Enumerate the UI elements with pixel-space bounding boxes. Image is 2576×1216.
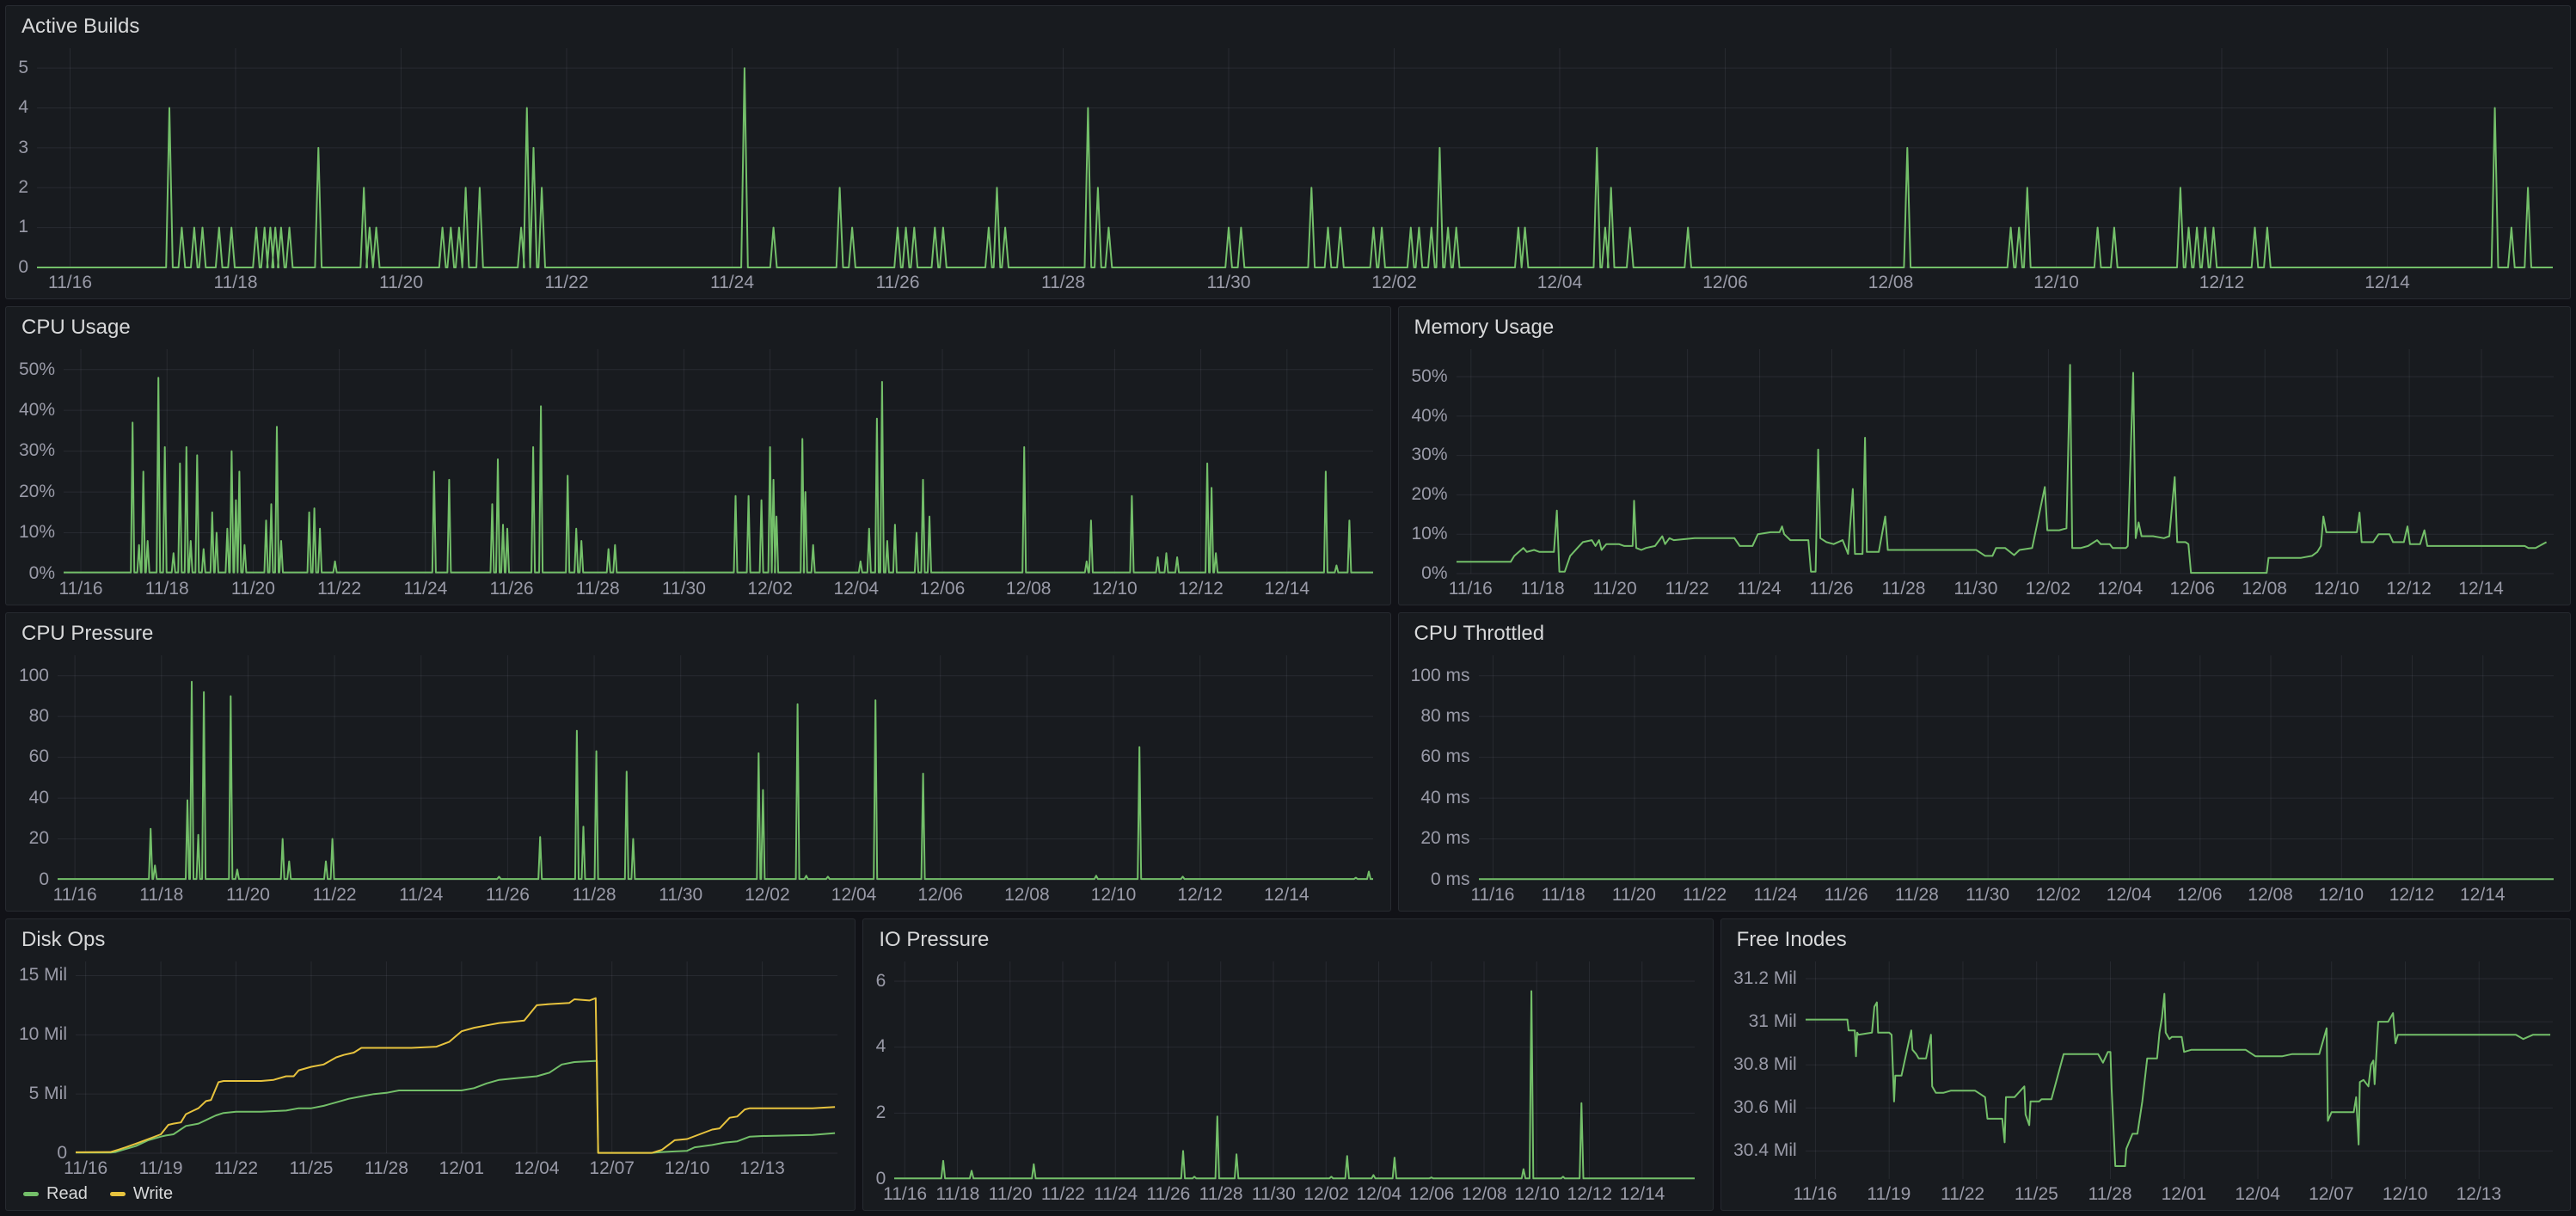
- dashboard-row-2: CPU Usage 0%10%20%30%40%50%11/1611/1811/…: [5, 306, 2571, 605]
- legend-label: Read: [46, 1184, 88, 1204]
- chart-cpu-pressure[interactable]: 02040608010011/1611/1811/2011/2211/2411/…: [13, 647, 1383, 907]
- plot-area: [13, 953, 848, 1181]
- panel-title-memory-usage[interactable]: Memory Usage: [1414, 316, 2564, 341]
- dashboard: Active Builds 01234511/1611/1811/2011/22…: [0, 0, 2576, 1216]
- panel-title-active-builds[interactable]: Active Builds: [21, 15, 2563, 40]
- series-inodes: [1806, 993, 2550, 1165]
- plot-area: [13, 40, 2563, 295]
- plot-area: [1406, 647, 2564, 907]
- panel-title-disk-ops[interactable]: Disk Ops: [21, 928, 848, 953]
- chart-cpu-usage[interactable]: 0%10%20%30%40%50%11/1611/1811/2011/2211/…: [13, 341, 1383, 601]
- chart-active-builds[interactable]: 01234511/1611/1811/2011/2211/2411/2611/2…: [13, 40, 2563, 295]
- plot-area: [13, 341, 1383, 601]
- dashboard-row-3: CPU Pressure 02040608010011/1611/1811/20…: [5, 612, 2571, 912]
- plot-area: [1406, 341, 2564, 601]
- series-cpu: [64, 378, 1373, 572]
- plot-area: [1728, 953, 2563, 1207]
- chart-free-inodes[interactable]: 30.4 Mil30.6 Mil30.8 Mil31 Mil31.2 Mil11…: [1728, 953, 2563, 1207]
- chart-cpu-throttled[interactable]: 0 ms20 ms40 ms60 ms80 ms100 ms11/1611/18…: [1406, 647, 2564, 907]
- panel-title-io-pressure[interactable]: IO Pressure: [879, 928, 1705, 953]
- chart-memory-usage[interactable]: 0%10%20%30%40%50%11/1611/1811/2011/2211/…: [1406, 341, 2564, 601]
- panel-cpu-pressure: CPU Pressure 02040608010011/1611/1811/20…: [5, 612, 1391, 912]
- series-read: [76, 1060, 835, 1152]
- plot-area: [870, 953, 1705, 1207]
- legend-item-write[interactable]: Write: [110, 1184, 173, 1204]
- series-write: [76, 998, 835, 1152]
- panel-active-builds: Active Builds 01234511/1611/1811/2011/22…: [5, 5, 2571, 299]
- panel-cpu-throttled: CPU Throttled 0 ms20 ms40 ms60 ms80 ms10…: [1398, 612, 2572, 912]
- panel-title-cpu-usage[interactable]: CPU Usage: [21, 316, 1383, 341]
- panel-title-cpu-pressure[interactable]: CPU Pressure: [21, 622, 1383, 647]
- series-memory: [1457, 365, 2547, 573]
- panel-free-inodes: Free Inodes 30.4 Mil30.6 Mil30.8 Mil31 M…: [1720, 918, 2571, 1211]
- legend-item-read[interactable]: Read: [23, 1184, 88, 1204]
- chart-io-pressure[interactable]: 024611/1611/1811/2011/2211/2411/2611/281…: [870, 953, 1705, 1207]
- panel-io-pressure: IO Pressure 024611/1611/1811/2011/2211/2…: [862, 918, 1713, 1211]
- legend-dash-icon: [23, 1192, 39, 1196]
- series-builds: [37, 68, 2553, 267]
- panel-title-cpu-throttled[interactable]: CPU Throttled: [1414, 622, 2564, 647]
- series-io: [894, 991, 1695, 1178]
- panel-disk-ops: Disk Ops 05 Mil10 Mil15 Mil11/1611/1911/…: [5, 918, 856, 1211]
- dashboard-row-1: Active Builds 01234511/1611/1811/2011/22…: [5, 5, 2571, 299]
- chart-disk-ops[interactable]: 05 Mil10 Mil15 Mil11/1611/1911/2211/2511…: [13, 953, 848, 1181]
- legend-label: Write: [133, 1184, 173, 1204]
- panel-memory-usage: Memory Usage 0%10%20%30%40%50%11/1611/18…: [1398, 306, 2572, 605]
- plot-area: [13, 647, 1383, 907]
- panel-title-free-inodes[interactable]: Free Inodes: [1737, 928, 2563, 953]
- legend-dash-icon: [110, 1192, 126, 1196]
- legend-disk-ops: Read Write: [13, 1181, 848, 1207]
- series-pressure: [58, 682, 1373, 879]
- panel-cpu-usage: CPU Usage 0%10%20%30%40%50%11/1611/1811/…: [5, 306, 1391, 605]
- dashboard-row-4: Disk Ops 05 Mil10 Mil15 Mil11/1611/1911/…: [5, 918, 2571, 1211]
